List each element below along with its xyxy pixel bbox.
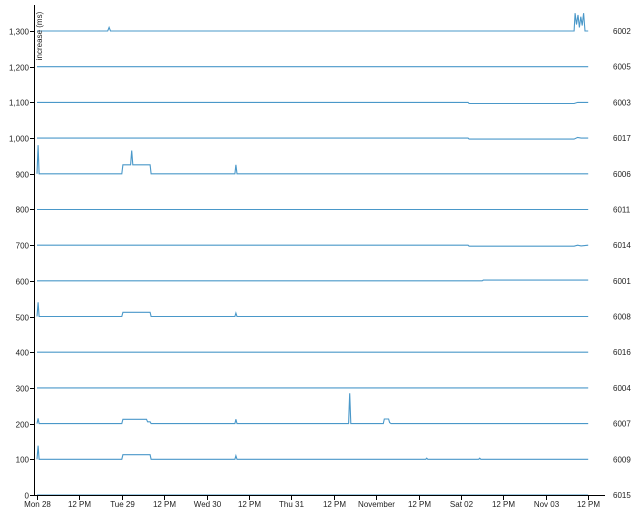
series-label-6001: 6001 (613, 277, 631, 286)
series-label-6006: 6006 (613, 170, 631, 179)
x-tick-label: Wed 30 (194, 500, 222, 509)
y-tick-label: 1,100 (9, 99, 30, 108)
x-tick-label: 12 PM (323, 500, 346, 509)
series-label-6007: 6007 (613, 420, 631, 429)
series-lines: 6002 6005 6003 6017 6006 6011 6014 6001 6008 6016… (36, 13, 631, 500)
x-tick-label: 12 PM (577, 500, 600, 509)
series-line-6003 (37, 101, 589, 105)
series-line-6014 (37, 244, 589, 247)
x-tick-label: 12 PM (238, 500, 261, 509)
x-tick-label: Sat 02 (450, 500, 474, 509)
series-label-6002: 6002 (613, 27, 631, 36)
x-tick-label: Thu 31 (279, 500, 304, 509)
y-tick-label: 1,000 (9, 135, 30, 144)
series-label-6009: 6009 (613, 455, 631, 464)
y-axis-label: increase (ms) (35, 11, 44, 60)
x-tick-label: 12 PM (68, 500, 91, 509)
line-chart: 6002 6005 6003 6017 6006 6011 6014 6001 6008 6016… (9, 5, 631, 509)
series-line-6001 (37, 279, 589, 282)
y-tick-label: 700 (16, 242, 30, 251)
chart-container: 6002 6005 6003 6017 6006 6011 6014 6001 6008 6016… (0, 0, 640, 518)
series-line-6002 (37, 13, 589, 32)
y-tick-label: 100 (16, 456, 30, 465)
series-line-6007 (36, 393, 589, 425)
series-line-6017 (37, 136, 589, 140)
x-tick-label: Tue 29 (110, 500, 135, 509)
y-tick-label: 800 (16, 206, 30, 215)
series-label-6016: 6016 (613, 348, 631, 357)
x-tick-label: Nov 03 (534, 500, 560, 509)
series-label-6005: 6005 (613, 63, 631, 72)
y-tick-label: 500 (16, 314, 30, 323)
y-tick-label: 900 (16, 171, 30, 180)
series-label-6014: 6014 (613, 241, 631, 250)
series-line-6006 (36, 145, 589, 175)
axes: increase (ms) 01002003004005006007008009… (9, 5, 605, 509)
series-line-6009 (36, 445, 589, 460)
y-tick-label: 200 (16, 421, 30, 430)
series-line-6008 (36, 302, 589, 318)
series-label-6017: 6017 (613, 134, 631, 143)
series-label-6003: 6003 (613, 98, 631, 107)
y-tick-label: 600 (16, 278, 30, 287)
x-tick-label: Mon 28 (24, 500, 51, 509)
x-tick-label: November (358, 500, 395, 509)
series-label-6011: 6011 (613, 205, 631, 214)
series-label-6008: 6008 (613, 313, 631, 322)
x-tick-label: 12 PM (492, 500, 515, 509)
x-tick-label: 12 PM (153, 500, 176, 509)
y-tick-label: 1,200 (9, 64, 30, 73)
y-tick-label: 400 (16, 349, 30, 358)
x-tick-label: 12 PM (408, 500, 431, 509)
series-label-6004: 6004 (613, 384, 631, 393)
series-label-6015: 6015 (613, 491, 631, 500)
y-tick-label: 300 (16, 385, 30, 394)
y-tick-label: 1,300 (9, 28, 30, 37)
